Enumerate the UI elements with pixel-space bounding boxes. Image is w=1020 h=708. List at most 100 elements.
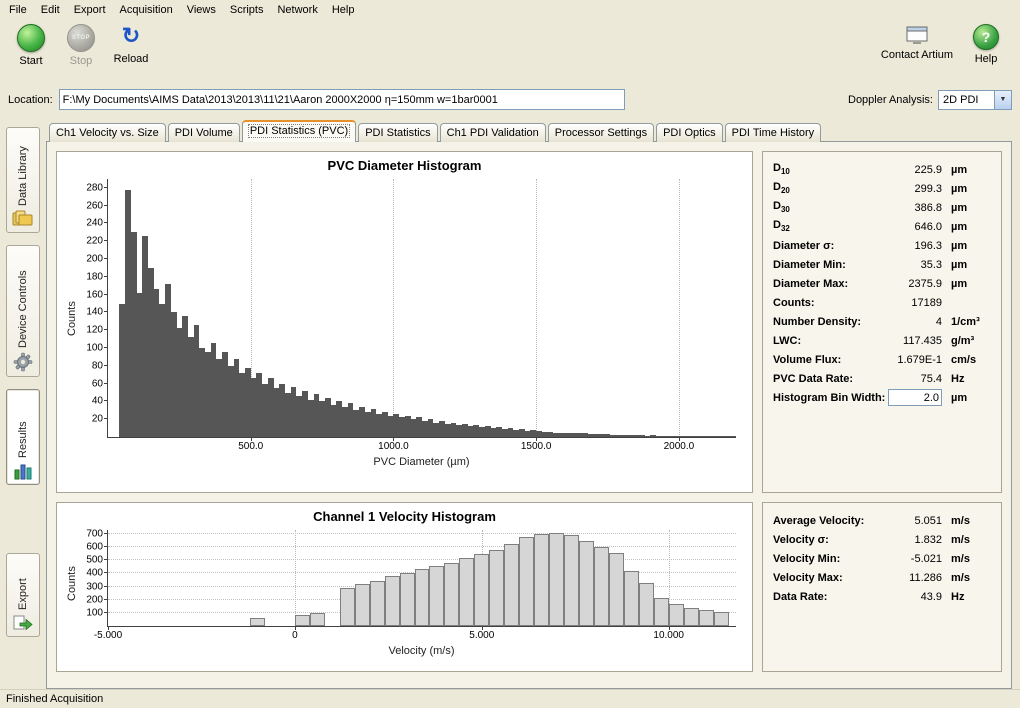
contact-artium-button[interactable]: Contact Artium [880, 24, 954, 65]
stat-value: 196.3 [880, 240, 942, 252]
stat-value: 225.9 [880, 164, 942, 176]
tab-ch1-velocity-vs-size[interactable]: Ch1 Velocity vs. Size [49, 123, 166, 142]
y-tick-label: 60 [92, 378, 103, 389]
y-tick-label: 120 [86, 325, 103, 336]
tab-label: Ch1 Velocity vs. Size [56, 127, 159, 139]
y-tick-mark [104, 586, 108, 587]
menu-item-network[interactable]: Network [270, 2, 324, 18]
stat-row: D20299.3µm [773, 179, 991, 198]
stop-icon [67, 24, 95, 52]
results-icon [13, 462, 33, 480]
y-tick-label: 500 [86, 555, 103, 566]
stat-row: Velocity σ:1.832m/s [773, 530, 991, 549]
tab-label: PDI Optics [663, 127, 716, 139]
menu-item-views[interactable]: Views [180, 2, 223, 18]
y-tick-mark [104, 205, 108, 206]
tab-pdi-volume[interactable]: PDI Volume [168, 123, 240, 142]
doppler-analysis-select[interactable]: 2D PDI [938, 90, 1012, 110]
sidebar: Data Library Device Controls Results Export [0, 113, 46, 689]
gridline-vertical [679, 179, 680, 437]
stat-value: -5.021 [880, 553, 942, 565]
gridline-vertical [393, 179, 394, 437]
velocity-y-axis-label: Counts [65, 530, 79, 637]
histogram-bin-width-input[interactable] [888, 389, 942, 406]
stat-unit: Hz [942, 591, 991, 603]
tab-pdi-statistics-pvc[interactable]: PDI Statistics (PVC) [242, 120, 356, 142]
histogram-bar [549, 533, 564, 626]
tab-label: PDI Volume [175, 127, 233, 139]
location-label: Location: [8, 94, 53, 106]
y-tick-mark [104, 559, 108, 560]
histogram-bar [489, 550, 504, 626]
pvc-x-axis-label: PVC Diameter (µm) [107, 456, 736, 472]
menu-item-help[interactable]: Help [325, 2, 362, 18]
export-icon [13, 614, 33, 632]
stat-value: 11.286 [880, 572, 942, 584]
sidebar-item-export[interactable]: Export [6, 553, 40, 637]
tab-pdi-time-history[interactable]: PDI Time History [725, 123, 822, 142]
y-tick-label: 100 [86, 343, 103, 354]
stat-label: D30 [773, 200, 790, 214]
y-tick-mark [104, 187, 108, 188]
tab-processor-settings[interactable]: Processor Settings [548, 123, 654, 142]
chevron-down-icon[interactable] [994, 91, 1011, 109]
location-row: Location: Doppler Analysis: 2D PDI [0, 86, 1020, 113]
stat-label: LWC: [773, 335, 801, 347]
stat-label: Velocity Min: [773, 553, 840, 565]
tab-label: Ch1 PDI Validation [447, 127, 539, 139]
y-tick-label: 280 [86, 182, 103, 193]
menu-bar: FileEditExportAcquisitionViewsScriptsNet… [0, 0, 1020, 19]
histogram-bar [579, 541, 594, 626]
doppler-analysis-label: Doppler Analysis: [848, 94, 933, 106]
start-label: Start [19, 55, 42, 67]
reload-icon [118, 24, 144, 50]
tab-pdi-statistics[interactable]: PDI Statistics [358, 123, 437, 142]
menu-item-file[interactable]: File [2, 2, 34, 18]
toolbar: Start Stop Reload Contact Artium Help [0, 19, 1020, 86]
stat-row: Volume Flux:1.679E-1cm/s [773, 350, 991, 369]
y-tick-mark [104, 365, 108, 366]
help-button[interactable]: Help [968, 24, 1004, 65]
menu-item-export[interactable]: Export [67, 2, 113, 18]
sidebar-item-data-library[interactable]: Data Library [6, 127, 40, 233]
sidebar-item-results[interactable]: Results [6, 389, 40, 485]
x-tick-label: 2000.0 [664, 441, 695, 452]
stop-label: Stop [70, 55, 93, 67]
velocity-histogram-plot: -5.00005.00010.000100200300400500600700 [107, 530, 736, 627]
menu-item-scripts[interactable]: Scripts [223, 2, 271, 18]
reload-button[interactable]: Reload [106, 24, 156, 65]
stat-row: Average Velocity:5.051m/s [773, 511, 991, 530]
stat-label: D10 [773, 162, 790, 176]
histogram-bar [340, 588, 355, 626]
y-tick-label: 180 [86, 271, 103, 282]
location-input[interactable] [59, 89, 625, 110]
y-tick-mark [104, 240, 108, 241]
stat-value: 1.832 [880, 534, 942, 546]
tab-ch1-pdi-validation[interactable]: Ch1 PDI Validation [440, 123, 546, 142]
histogram-bar [699, 610, 714, 626]
stat-value: 5.051 [880, 515, 942, 527]
velocity-stats-panel: Average Velocity:5.051m/sVelocity σ:1.83… [762, 502, 1002, 672]
y-tick-label: 600 [86, 542, 103, 553]
stat-value: 646.0 [880, 221, 942, 233]
tab-label: Processor Settings [555, 127, 647, 139]
contact-artium-icon [904, 24, 930, 46]
menu-item-acquisition[interactable]: Acquisition [113, 2, 180, 18]
pvc-stats-panel: D10225.9µmD20299.3µmD30386.8µmD32646.0µm… [762, 151, 1002, 493]
stat-unit: g/m³ [942, 335, 991, 347]
histogram-bar [564, 535, 579, 626]
start-button[interactable]: Start [6, 24, 56, 67]
gridline-vertical [536, 179, 537, 437]
y-tick-mark [104, 612, 108, 613]
stat-label: Data Rate: [773, 591, 827, 603]
histogram-bar [474, 554, 489, 626]
stat-value: 75.4 [880, 373, 942, 385]
histogram-bar [534, 534, 549, 626]
y-tick-label: 20 [92, 414, 103, 425]
help-icon [973, 24, 999, 50]
sidebar-item-device-controls[interactable]: Device Controls [6, 245, 40, 377]
tab-pdi-optics[interactable]: PDI Optics [656, 123, 723, 142]
stat-unit: µm [942, 221, 991, 233]
menu-item-edit[interactable]: Edit [34, 2, 67, 18]
stat-row: Histogram Bin Width:µm [773, 388, 991, 407]
